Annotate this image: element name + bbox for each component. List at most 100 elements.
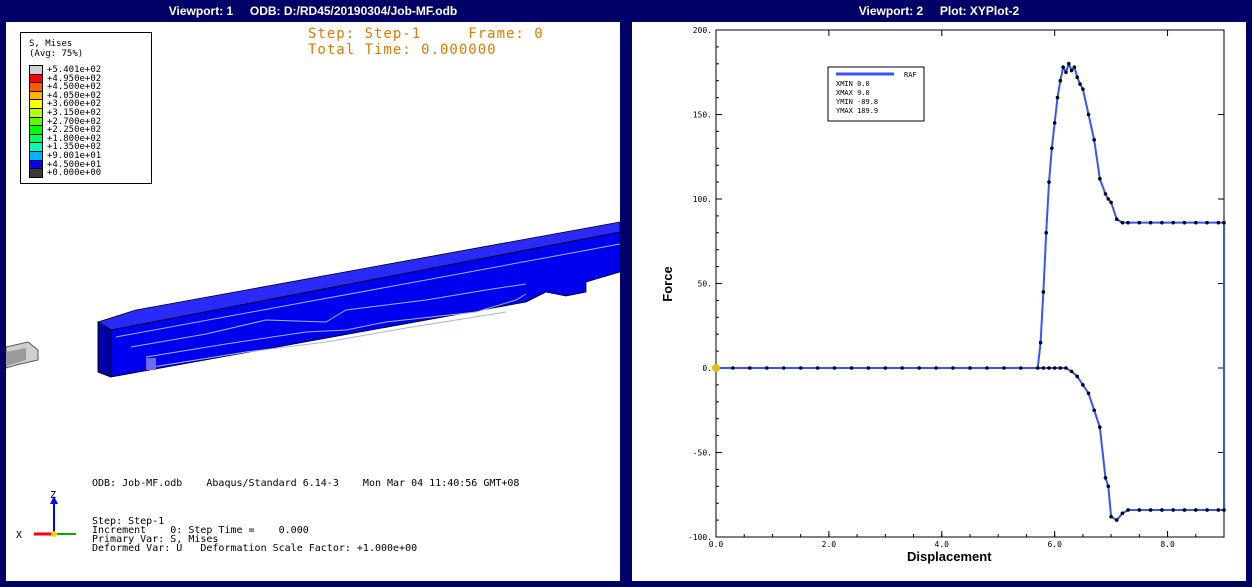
series-point <box>1120 511 1125 516</box>
series-point <box>1058 78 1063 83</box>
series-point <box>1035 366 1040 370</box>
series-point <box>1106 197 1111 201</box>
series-point <box>815 366 820 370</box>
step-info-line-4: Deformed Var: U Deformation Scale Factor… <box>92 543 418 554</box>
series-point <box>1047 180 1051 184</box>
series-point <box>1160 220 1164 225</box>
x-tick-label: 6.0 <box>1047 540 1062 549</box>
series-point <box>1182 508 1187 512</box>
y-tick-label: 200. <box>693 26 712 35</box>
series-point <box>1114 217 1119 222</box>
legend-series-name: RAF <box>904 71 917 79</box>
series-start-point <box>712 364 720 372</box>
series-point <box>1137 220 1142 225</box>
series-point <box>1205 508 1209 512</box>
series-point <box>1052 366 1057 370</box>
series-point <box>1193 508 1198 512</box>
viewport-1[interactable]: Viewport: 1 ODB: D:/RD45/20190304/Job-MF… <box>0 0 626 587</box>
viewport-1-canvas[interactable]: S, Mises (Avg: 75%) +5.401e+02 +4.950e+02… <box>6 22 620 581</box>
series-point <box>1041 290 1046 294</box>
series-point <box>1038 340 1043 345</box>
series-point <box>1216 220 1221 225</box>
x-axis-label: Displacement <box>907 549 992 564</box>
series-point <box>1171 220 1175 225</box>
series-point <box>1205 220 1209 225</box>
series-point <box>1148 508 1153 512</box>
series-point <box>1092 408 1096 413</box>
series-point <box>1052 121 1057 125</box>
plot-legend: RAF XMIN 0.0 XMAX 9.0 YMIN -89.8 YMAX 18… <box>827 66 925 122</box>
triad-z-label: Z <box>50 490 56 501</box>
series-point <box>1081 87 1085 91</box>
viewport-2-canvas[interactable]: -100. -50. 0. 50. 100. 150. 200. 0.0 2.0 4.0 6.0 8.… <box>632 22 1246 581</box>
series-point <box>1064 366 1068 370</box>
y-tick-label: 50. <box>698 280 712 289</box>
series-point <box>1103 192 1108 196</box>
series-point <box>968 366 972 370</box>
series-point <box>1109 200 1113 205</box>
series-point <box>1075 374 1080 379</box>
series-point <box>1066 62 1071 66</box>
plot-frame <box>715 29 1225 538</box>
series-point <box>1126 220 1130 225</box>
series-point <box>1114 518 1119 522</box>
series-point <box>1047 366 1051 370</box>
series-point <box>900 366 905 370</box>
series-point <box>748 366 752 370</box>
series-point <box>781 366 786 370</box>
series-point <box>1069 68 1074 73</box>
series-point <box>1137 508 1142 512</box>
series-point <box>1086 112 1091 117</box>
series-point <box>866 366 871 370</box>
x-tick-label: 4.0 <box>935 540 950 549</box>
series-point <box>917 366 921 370</box>
legend-xmin: XMIN 0.0 <box>836 80 870 88</box>
series-point <box>1050 146 1054 151</box>
series-point <box>1078 82 1082 86</box>
series-point <box>951 366 955 370</box>
odb-info-text: ODB: Job-MF.odb Abaqus/Standard 6.14-3 M… <box>92 478 520 489</box>
x-tick-label: 8.0 <box>1160 540 1175 549</box>
xy-plot[interactable]: -100.-50.0.50.100.150.200.0.0 2.0 4.0 6.0 8.… <box>632 22 1246 581</box>
series-point <box>1058 366 1063 370</box>
triad-x-label: X <box>16 530 22 541</box>
series-point <box>1061 65 1065 69</box>
series-point <box>1064 70 1068 75</box>
series-line <box>716 60 1225 522</box>
x-tick-label: 2.0 <box>822 540 837 549</box>
series-point <box>1019 366 1023 370</box>
series-point <box>883 366 888 370</box>
series-point <box>765 366 769 370</box>
total-time-text: Total Time: 0.000000 <box>308 42 497 58</box>
series-point <box>1171 508 1175 512</box>
viewport-2[interactable]: Viewport: 2 Plot: XYPlot-2 -100. -50. 0. 50… <box>626 0 1252 587</box>
series-point <box>1055 95 1060 100</box>
step-frame-text: Step: Step-1 Frame: 0 <box>308 26 544 42</box>
series-point <box>1081 383 1085 387</box>
legend-title: S, Mises <box>29 39 73 49</box>
series-point <box>1041 366 1046 370</box>
series-point <box>1106 484 1111 489</box>
y-tick-label: 0. <box>702 364 712 373</box>
series-point <box>832 366 837 370</box>
y-tick-label: 150. <box>693 111 712 120</box>
legend-ymax: YMAX 189.9 <box>836 107 878 115</box>
series-point <box>1086 391 1091 396</box>
series-point <box>1098 176 1102 181</box>
series-point <box>1072 65 1077 69</box>
series-point <box>1075 75 1080 80</box>
series-point <box>1092 138 1096 142</box>
series-point <box>1109 514 1113 519</box>
series-point <box>1126 508 1130 512</box>
series-point <box>1120 220 1125 225</box>
beam-end-face <box>97 321 112 378</box>
viewport-1-title: Viewport: 1 ODB: D:/RD45/20190304/Job-MF… <box>168 4 458 18</box>
series-point <box>934 366 938 370</box>
series-point <box>1160 508 1164 512</box>
legend-ymin: YMIN -89.8 <box>836 98 878 106</box>
series-point <box>1044 231 1048 235</box>
y-tick-label: -50. <box>693 449 712 458</box>
series-point <box>1098 425 1102 429</box>
series-point <box>731 366 735 370</box>
legend-subtitle: (Avg: 75%) <box>29 49 84 59</box>
